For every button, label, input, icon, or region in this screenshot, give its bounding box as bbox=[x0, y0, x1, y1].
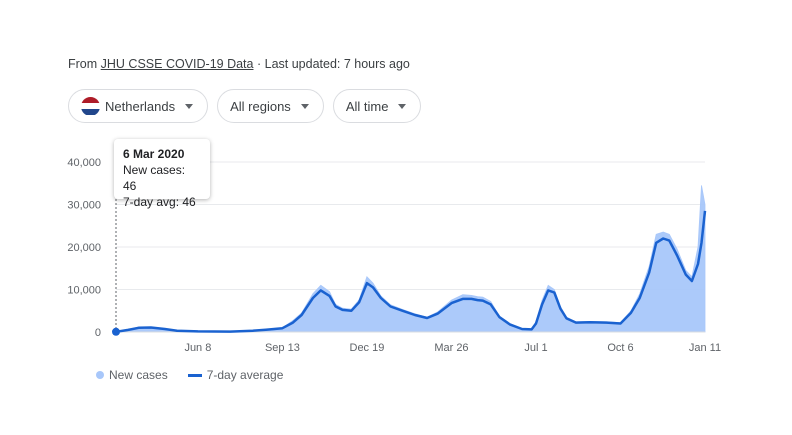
x-tick-label: Jan 11 bbox=[689, 342, 721, 354]
legend-avg-label: 7-day average bbox=[206, 368, 284, 382]
new-cases-area bbox=[115, 185, 706, 333]
chart-tooltip: 6 Mar 2020 New cases: 46 7-day avg: 46 bbox=[114, 139, 210, 209]
x-tick-label: Mar 26 bbox=[434, 342, 468, 354]
tooltip-date: 6 Mar 2020 bbox=[123, 147, 185, 161]
y-tick-label: 40,000 bbox=[67, 157, 101, 169]
seven-day-average-line bbox=[115, 210, 707, 334]
y-tick-label: 0 bbox=[95, 327, 101, 339]
x-tick-label: Dec 19 bbox=[350, 342, 385, 354]
legend-new-cases-swatch bbox=[96, 371, 104, 379]
legend-avg-swatch bbox=[187, 373, 202, 377]
x-tick-label: Jul 1 bbox=[524, 342, 547, 354]
y-tick-label: 30,000 bbox=[67, 200, 101, 212]
hover-point-marker bbox=[112, 327, 120, 336]
y-tick-label: 10,000 bbox=[67, 285, 101, 297]
tooltip-new-cases: New cases: 46 bbox=[123, 163, 186, 193]
x-tick-label: Sep 13 bbox=[265, 342, 300, 354]
legend-new-cases-label: New cases bbox=[109, 368, 168, 382]
y-tick-label: 20,000 bbox=[67, 242, 101, 254]
x-tick-label: Oct 6 bbox=[607, 342, 633, 354]
chart-legend: New cases 7-day average bbox=[96, 368, 283, 382]
x-tick-label: Jun 8 bbox=[184, 342, 211, 354]
tooltip-avg: 7-day avg: 46 bbox=[123, 195, 196, 209]
